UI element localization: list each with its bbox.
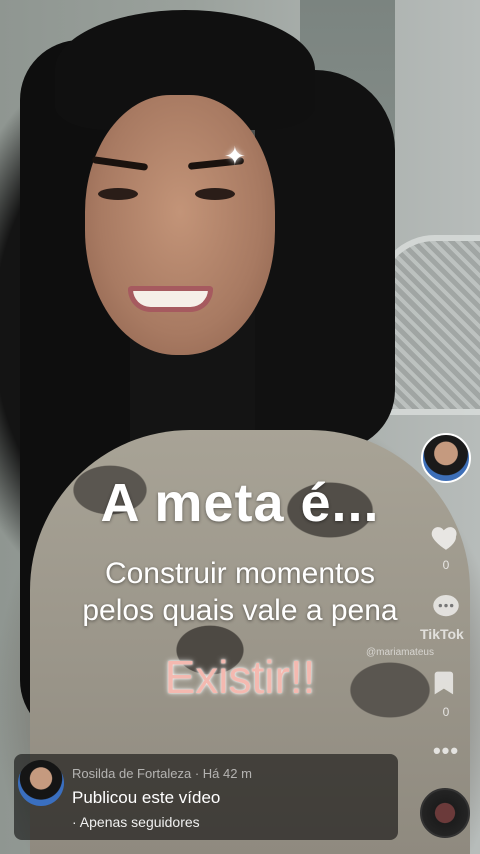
overlay-highlight: Existir!! [164,651,316,703]
sparkle-icon: ✦ [224,141,246,171]
heart-icon [431,527,457,550]
creator-avatar[interactable] [421,433,471,483]
overlay-title: A meta é... [100,473,380,533]
music-disc-icon[interactable] [420,788,470,838]
eye [195,188,235,200]
like-count: 0 [442,558,450,572]
tiktok-watermark: TikTok [420,626,464,642]
smile [128,286,213,312]
video-frame[interactable]: ✦ [0,0,480,854]
face [85,95,275,355]
share-count: 0 [442,705,450,719]
overlay-line-1: Construir momentos [104,557,376,590]
eye [98,188,138,200]
like-button[interactable] [422,520,470,554]
watermark-handle: @mariamateus [366,647,434,658]
overlay-line-2: pelos quais vale a pena [82,594,398,627]
share-icon [434,671,454,695]
notice-meta: Rosilda de Fortaleza · Há 42 m [72,766,252,781]
more-icon[interactable]: ••• [422,738,470,764]
notice-audience: · Apenas seguidores [72,814,200,830]
notice-avatar[interactable] [18,760,64,806]
comment-icon [433,594,459,617]
notice-title: Publicou este vídeo [72,788,221,807]
comment-button[interactable] [422,590,470,624]
share-button[interactable] [422,666,470,700]
